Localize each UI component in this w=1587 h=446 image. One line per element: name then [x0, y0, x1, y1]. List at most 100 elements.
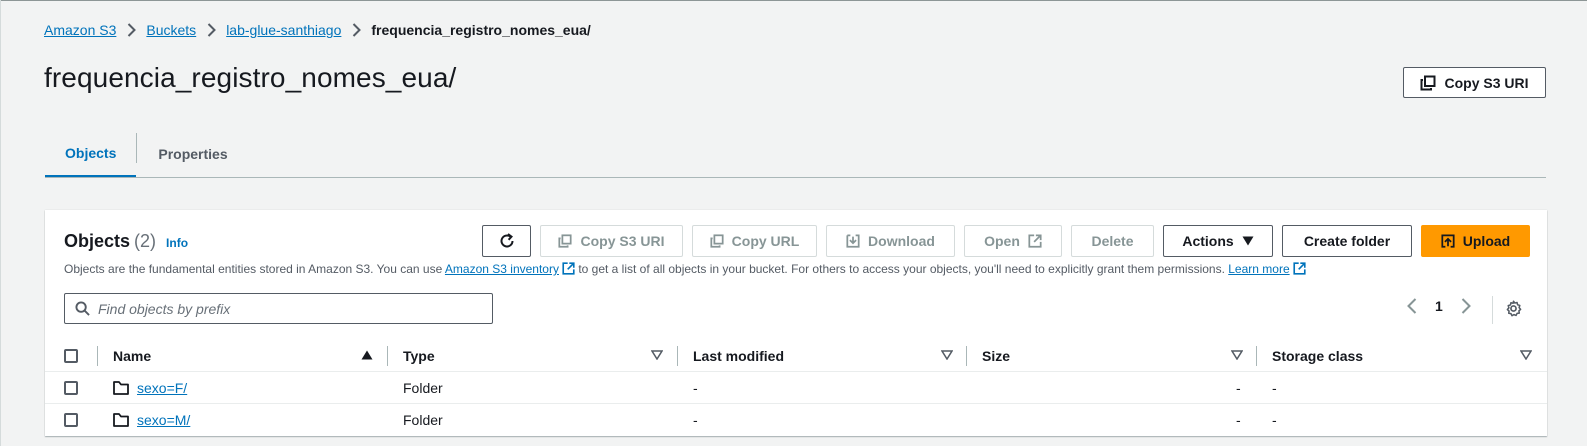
chevron-right-icon[interactable]: [1461, 298, 1471, 314]
learn-more-link[interactable]: Learn more: [1228, 262, 1306, 276]
upload-button[interactable]: Upload: [1421, 225, 1530, 257]
copy-icon: [1420, 75, 1436, 90]
copy-icon: [558, 234, 573, 248]
breadcrumb-bucket[interactable]: lab-glue-santhiago: [226, 22, 341, 38]
objects-description: Objects are the fundamental entities sto…: [64, 262, 1306, 276]
size-cell: -: [1236, 380, 1241, 396]
pagination: 1: [1407, 298, 1471, 314]
breadcrumb-amazon-s3[interactable]: Amazon S3: [44, 22, 116, 38]
column-header-size[interactable]: Size: [982, 340, 1010, 372]
folder-link[interactable]: sexo=M/: [137, 412, 190, 428]
page-title: frequencia_registro_nomes_eua/: [44, 62, 457, 93]
actions-button[interactable]: Actions: [1163, 225, 1273, 257]
row-checkbox[interactable]: [64, 381, 78, 395]
table-row[interactable]: sexo=M/ Folder - - -: [45, 404, 1547, 436]
tab-properties[interactable]: Properties: [137, 130, 248, 177]
breadcrumb-buckets[interactable]: Buckets: [146, 22, 196, 38]
column-header-name[interactable]: Name: [113, 340, 151, 372]
type-cell: Folder: [403, 380, 443, 396]
row-select-cell: [64, 372, 78, 404]
select-all-cell: [64, 340, 78, 372]
column-divider: [1256, 346, 1257, 366]
search-input[interactable]: [98, 300, 478, 317]
upload-label: Upload: [1462, 233, 1511, 249]
tab-bar: Objects Properties: [45, 130, 1546, 178]
storage-class-cell: -: [1272, 380, 1277, 396]
copy-s3-uri-header-button[interactable]: Copy S3 URI: [1403, 67, 1546, 98]
folder-icon: [113, 413, 129, 427]
description-text: Objects are the fundamental entities sto…: [64, 262, 445, 276]
sort-ascending-icon[interactable]: [361, 350, 373, 360]
chevron-right-icon: [341, 23, 371, 37]
copy-url-label: Copy URL: [731, 233, 800, 249]
column-header-type[interactable]: Type: [403, 340, 435, 372]
copy-s3-uri-button[interactable]: Copy S3 URI: [540, 225, 683, 257]
copy-url-button[interactable]: Copy URL: [692, 225, 817, 257]
column-divider: [97, 346, 98, 366]
actions-label: Actions: [1182, 233, 1234, 249]
chevron-left-icon[interactable]: [1407, 298, 1417, 314]
s3-folder-page: Amazon S3 Buckets lab-glue-santhiago fre…: [0, 0, 1587, 446]
tab-objects[interactable]: Objects: [45, 130, 137, 177]
inventory-link-label: Amazon S3 inventory: [444, 262, 559, 276]
objects-heading: Objects (2) Info: [64, 231, 188, 252]
caret-down-icon: [1242, 236, 1254, 246]
sort-icon[interactable]: [651, 350, 663, 360]
download-icon: [846, 234, 860, 248]
column-divider: [387, 346, 388, 366]
inventory-link[interactable]: Amazon S3 inventory: [445, 262, 575, 276]
sort-icon[interactable]: [941, 350, 953, 360]
settings-button[interactable]: [1505, 300, 1522, 322]
breadcrumb-current: frequencia_registro_nomes_eua/: [371, 22, 591, 38]
copy-s3-uri-label: Copy S3 URI: [580, 233, 665, 249]
download-button[interactable]: Download: [826, 225, 955, 257]
folder-link[interactable]: sexo=F/: [137, 380, 187, 396]
breadcrumb: Amazon S3 Buckets lab-glue-santhiago fre…: [44, 22, 591, 38]
external-link-icon: [1293, 262, 1306, 275]
storage-class-cell: -: [1272, 412, 1277, 428]
folder-icon: [113, 381, 129, 395]
search-box: [64, 293, 493, 324]
open-label: Open: [984, 233, 1020, 249]
row-select-cell: [64, 404, 78, 436]
chevron-right-icon: [116, 23, 146, 37]
objects-title: Objects: [64, 231, 131, 251]
external-link-icon: [562, 262, 575, 275]
download-label: Download: [868, 233, 935, 249]
name-cell: sexo=M/: [113, 404, 190, 436]
objects-count: (2): [134, 231, 157, 251]
column-divider: [966, 346, 967, 366]
last-modified-cell: -: [693, 412, 698, 428]
sort-icon[interactable]: [1231, 350, 1243, 360]
top-border: [1, 0, 1587, 1]
copy-s3-uri-label: Copy S3 URI: [1444, 74, 1529, 91]
search-icon: [75, 301, 90, 316]
create-folder-label: Create folder: [1303, 233, 1391, 249]
upload-icon: [1441, 234, 1455, 248]
delete-label: Delete: [1091, 233, 1134, 249]
chevron-right-icon: [196, 23, 226, 37]
create-folder-button[interactable]: Create folder: [1282, 225, 1412, 257]
row-checkbox[interactable]: [64, 413, 78, 427]
select-all-checkbox[interactable]: [64, 349, 78, 363]
table-row[interactable]: sexo=F/ Folder - - -: [45, 372, 1547, 404]
refresh-button[interactable]: [482, 225, 531, 257]
delete-button[interactable]: Delete: [1071, 225, 1154, 257]
column-header-storage-class[interactable]: Storage class: [1272, 340, 1363, 372]
last-modified-cell: -: [693, 380, 698, 396]
refresh-icon: [500, 233, 513, 248]
objects-toolbar: Copy S3 URI Copy URL Download Open Delet…: [482, 225, 1530, 257]
type-cell: Folder: [403, 412, 443, 428]
objects-table: Name Type Last modified Size Storage cla…: [45, 340, 1547, 436]
info-link[interactable]: Info: [166, 236, 188, 250]
objects-panel: Objects (2) Info Copy S3 URI Copy URL Do…: [45, 210, 1547, 436]
size-cell: -: [1236, 412, 1241, 428]
learn-more-label: Learn more: [1228, 262, 1290, 276]
copy-icon: [710, 234, 724, 248]
current-page[interactable]: 1: [1435, 298, 1443, 314]
column-header-last-modified[interactable]: Last modified: [693, 340, 784, 372]
gear-icon: [1506, 300, 1522, 317]
sort-icon[interactable]: [1520, 350, 1532, 360]
table-header: Name Type Last modified Size Storage cla…: [45, 340, 1547, 372]
open-button[interactable]: Open: [964, 225, 1062, 257]
